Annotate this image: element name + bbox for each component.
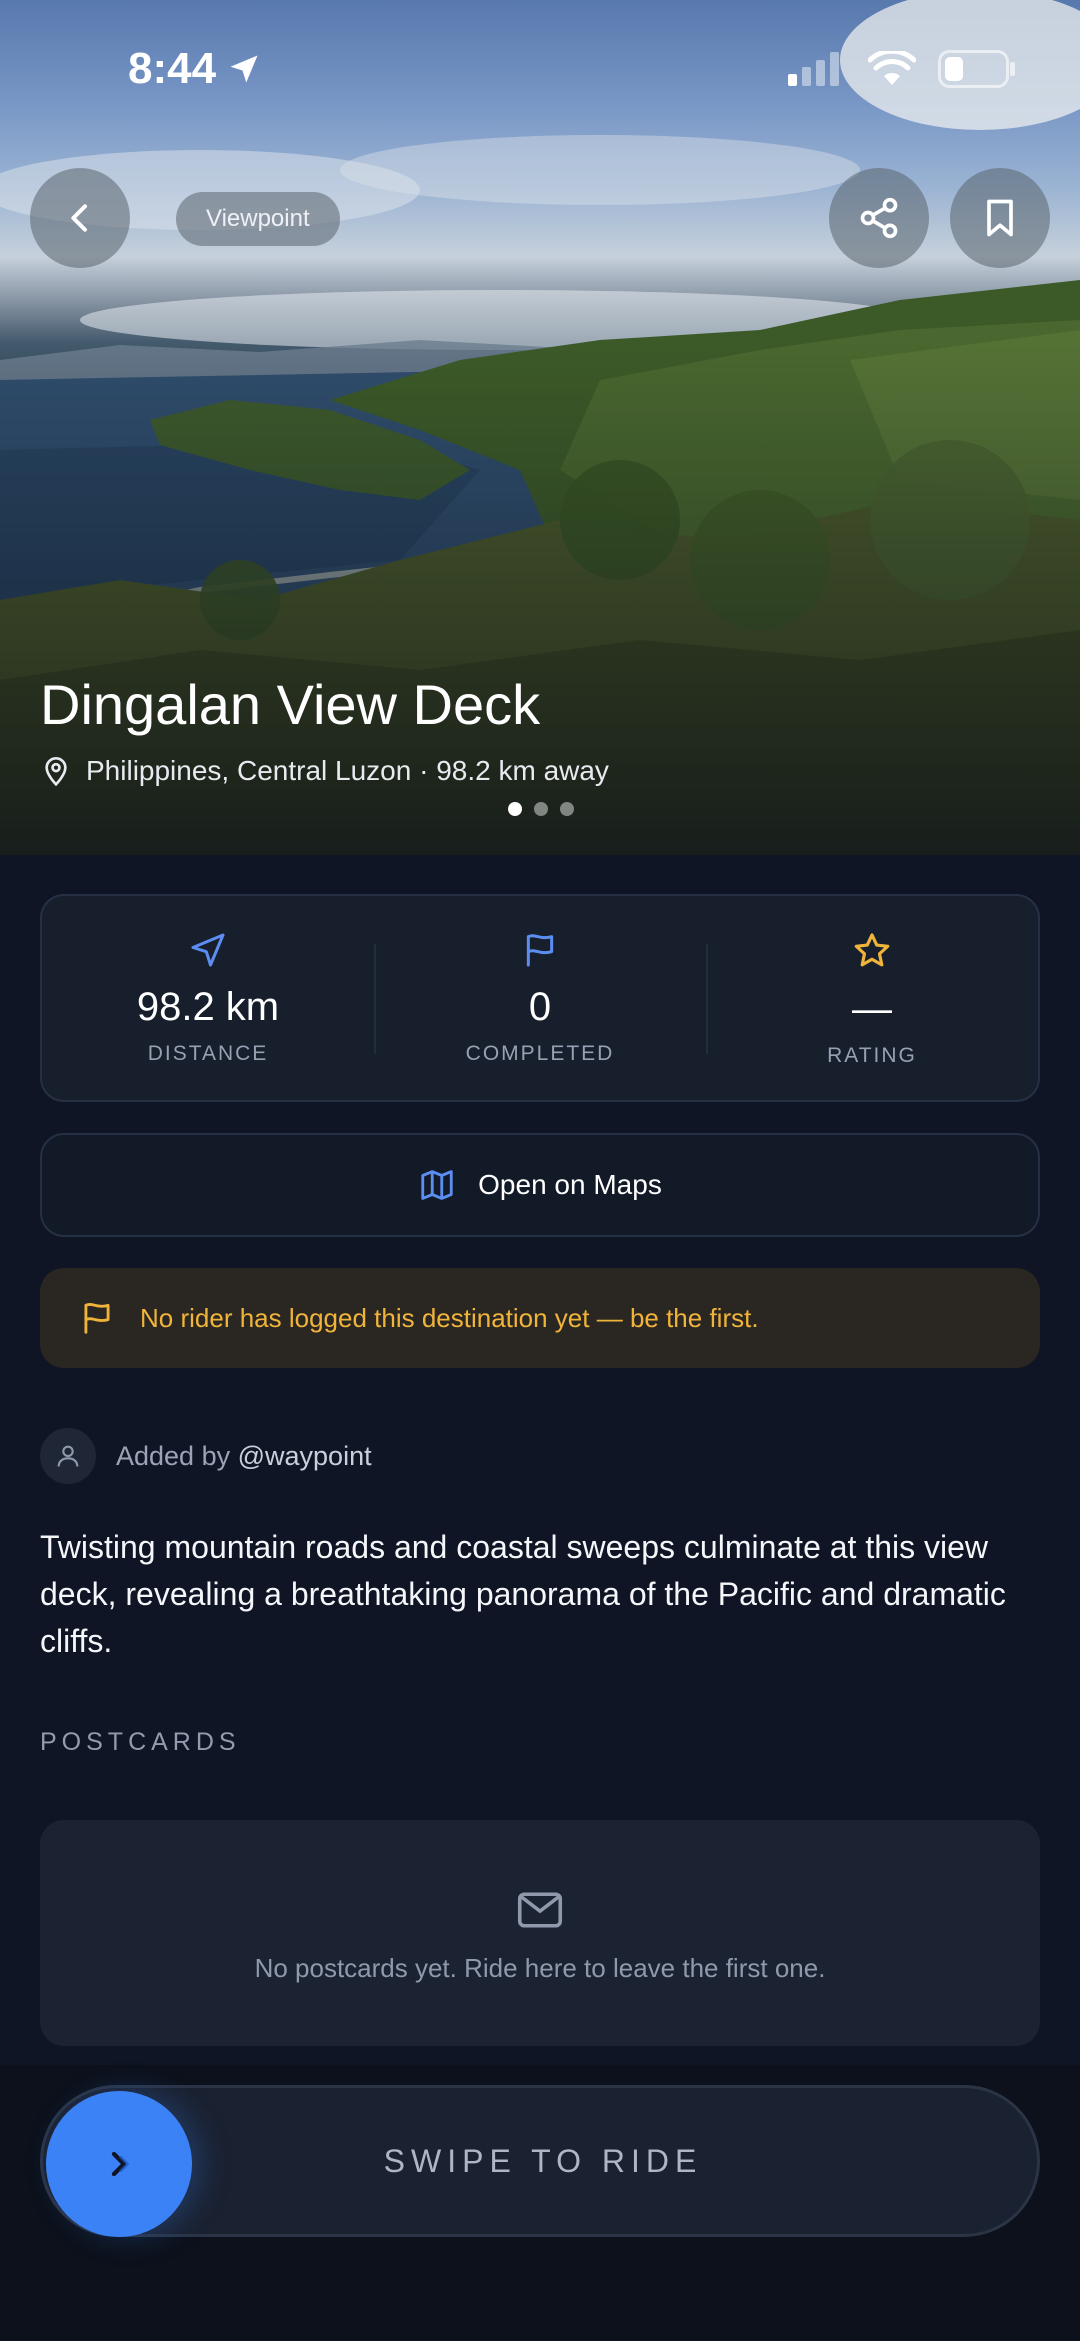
destination-title: Dingalan View Deck [40,673,541,736]
user-icon [57,1445,79,1467]
location-text: Philippines, Central Luzon · 98.2 km awa… [86,755,609,786]
share-button[interactable] [829,168,929,268]
carousel-dot[interactable] [560,802,574,816]
location-arrow-icon [230,55,258,83]
swipe-handle[interactable] [46,2091,192,2237]
swipe-to-ride-slider[interactable]: SWIPE TO RIDE [40,2085,1040,2237]
navigation-arrow-icon [191,933,225,967]
postcards-empty-text: No postcards yet. Ride here to leave the… [254,1952,826,1983]
bookmark-button[interactable] [950,168,1050,268]
first-rider-notice: No rider has logged this destination yet… [40,1268,1040,1368]
stat-rating: — RATING [706,896,1038,1100]
stat-distance: 98.2 km DISTANCE [42,896,374,1100]
map-icon [421,1170,453,1200]
flag-icon [526,934,554,967]
added-by: Added by @waypoint [40,1428,372,1484]
status-bar-indicators [788,50,1016,88]
signal-icon [788,52,839,86]
back-button[interactable] [30,168,130,268]
stats-card: 98.2 km DISTANCE 0 COMPLETED — RATING [40,894,1040,1102]
stat-completed: 0 COMPLETED [374,896,706,1100]
open-on-maps-label: Open on Maps [478,1169,662,1200]
star-icon [854,933,890,967]
chevron-left-icon [71,204,87,232]
open-on-maps-button[interactable]: Open on Maps [40,1133,1040,1237]
wifi-icon [868,51,916,85]
bookmark-icon [987,199,1013,237]
carousel-dots[interactable] [508,802,574,816]
carousel-dot[interactable] [508,802,522,816]
stat-label: RATING [827,1044,917,1067]
added-by-prefix: Added by [116,1440,231,1471]
stat-value: 98.2 km [136,985,280,1029]
mail-icon [517,1891,563,1928]
category-pill: Viewpoint [176,192,340,246]
chevron-right-icon [111,2151,129,2177]
carousel-dot[interactable] [534,802,548,816]
status-time: 8:44 [128,44,217,93]
stat-value: 0 [528,985,552,1029]
stat-label: COMPLETED [465,1042,615,1065]
status-bar-time: 8:44 [128,44,262,94]
destination-location: Philippines, Central Luzon · 98.2 km awa… [40,755,609,787]
avatar[interactable] [40,1428,96,1484]
swipe-label: SWIPE TO RIDE [383,2143,703,2179]
postcards-section-label: POSTCARDS [40,1728,241,1756]
postcards-empty-state: No postcards yet. Ride here to leave the… [40,1820,1040,2046]
added-by-handle[interactable]: @waypoint [238,1441,372,1471]
share-icon [860,197,898,239]
notice-text: No rider has logged this destination yet… [140,1302,759,1333]
map-pin-icon [45,757,67,787]
stat-label: DISTANCE [147,1042,269,1065]
flag-icon [84,1303,110,1334]
battery-icon [938,50,1015,88]
stat-value: — [852,987,892,1031]
destination-description: Twisting mountain roads and coastal swee… [40,1529,1006,1659]
